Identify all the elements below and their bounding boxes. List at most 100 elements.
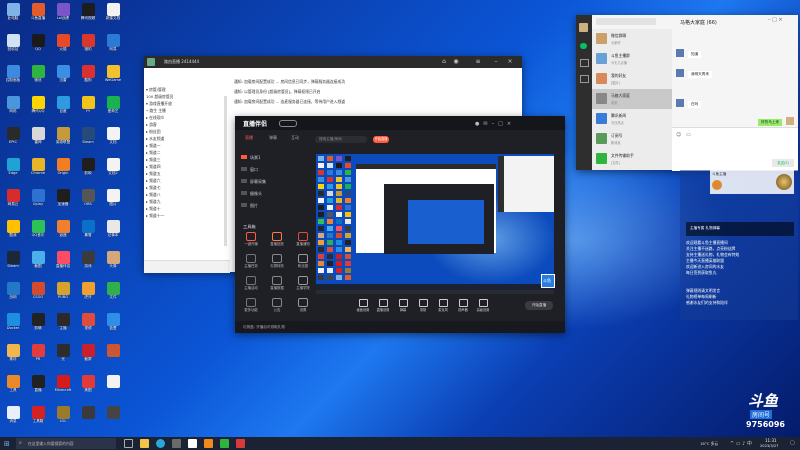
tree-item[interactable]: ▸ 频道十一 xyxy=(146,212,224,219)
tab-interact[interactable]: 互动 xyxy=(291,135,299,141)
scene-item[interactable]: 屏幕采集 xyxy=(241,176,311,188)
tree-item[interactable]: ▸ 频道六 xyxy=(146,177,224,184)
desktop-icon[interactable]: 图片 xyxy=(101,188,125,218)
bottom-action[interactable]: 直播设置 xyxy=(373,299,393,312)
tab-live[interactable]: 直播 xyxy=(245,135,253,141)
tree-item[interactable]: ▸ 游客 xyxy=(146,121,224,128)
live-helper-toolbar[interactable] xyxy=(144,260,230,273)
tool-item[interactable]: 粉丝团 xyxy=(291,254,315,268)
desktop-icon[interactable]: YY xyxy=(76,95,100,125)
folder-icon[interactable]: ▭ xyxy=(686,132,691,138)
tool-item[interactable]: 直播回放 xyxy=(265,232,289,246)
wechat-window-controls[interactable]: – □ × xyxy=(768,17,783,23)
desktop-icon[interactable]: 直播 xyxy=(26,374,50,404)
scene-item[interactable]: 窗口 xyxy=(241,164,311,176)
chat-item[interactable]: 马格大家庭 收到 xyxy=(592,89,672,109)
tree-item[interactable]: ▸ 频道五 xyxy=(146,170,224,177)
desktop-icon[interactable]: 记事本 xyxy=(101,219,125,249)
chat-item[interactable]: 斗鱼主播群 今天几点播 xyxy=(592,49,672,69)
desktop-icon[interactable]: CSGO xyxy=(26,281,50,311)
close-icon[interactable]: × xyxy=(506,58,514,66)
tool-item[interactable]: 公告 xyxy=(265,298,289,312)
desktop-icon[interactable]: 文档2 xyxy=(101,157,125,187)
tool-item[interactable]: 主播活动 xyxy=(239,276,263,290)
desktop-icon[interactable]: 主播 xyxy=(51,312,75,342)
stream-preview[interactable] xyxy=(316,154,554,290)
desktop-icon[interactable]: Edge xyxy=(1,157,25,187)
clock-date[interactable]: 2023/3/27 xyxy=(760,444,778,448)
minimize-icon[interactable]: – xyxy=(492,58,500,66)
tray-icons[interactable]: ^ ▭ ♪ 中 xyxy=(730,440,752,447)
stream-tabs[interactable]: 直播 弹幕 互动 xyxy=(243,135,323,143)
douyu-taskbar-icon[interactable] xyxy=(204,439,213,448)
desktop-icon[interactable]: QQ音乐 xyxy=(26,219,50,249)
tool-item[interactable]: 主播任务 xyxy=(239,254,263,268)
tree-item[interactable]: ▸ 频道二 xyxy=(146,149,224,156)
store-icon[interactable] xyxy=(172,439,181,448)
tool-item[interactable]: 一键开播 xyxy=(239,232,263,246)
tree-item[interactable]: ▸ 粉丝团 xyxy=(146,128,224,135)
scene-item[interactable]: 摄像头 xyxy=(241,188,311,200)
desktop-icon[interactable]: 回收站 xyxy=(1,33,25,63)
desktop-icon[interactable] xyxy=(101,374,125,404)
tree-item[interactable]: ▸ 频道十 xyxy=(146,205,224,212)
wechat-avatar[interactable] xyxy=(579,23,588,32)
desktop-icon[interactable]: 暴雪 xyxy=(76,219,100,249)
desktop-icon[interactable]: 截屏 xyxy=(76,343,100,373)
chat-item[interactable]: 文件传输助手 [文件] xyxy=(592,149,672,169)
maximize-icon[interactable]: □ xyxy=(498,121,507,127)
desktop-icon[interactable]: 此电脑 xyxy=(1,2,25,32)
desktop-icon[interactable]: Steam xyxy=(76,126,100,156)
tree-item[interactable]: ▸ 频道三 xyxy=(146,156,224,163)
chat-item[interactable]: 订阅号 新消息 xyxy=(592,129,672,149)
desktop-icon[interactable]: 雷神 xyxy=(26,126,50,156)
search-input[interactable]: 搜索主播/房间 xyxy=(315,136,367,143)
tools-grid[interactable]: 一键开播 直播回放 直播通知 主播任务 礼物特效 粉丝团 主播活动 直播数据 主播学院 更多功能 公… xyxy=(235,232,315,322)
message-input[interactable]: ☺ ▭ 发送(S) xyxy=(672,127,798,171)
wechat-window[interactable]: 微信群聊 大家好 斗鱼主播群 今天几点播 我的好友 [图片] 马格大家庭 收到 腾讯新闻 今日热点… xyxy=(576,15,798,171)
wechat-sidebar[interactable] xyxy=(576,15,592,170)
start-button[interactable]: ⊞ xyxy=(4,440,10,448)
tool-item[interactable]: 礼物特效 xyxy=(265,254,289,268)
desktop-icon[interactable]: 光 xyxy=(51,343,75,373)
desktop-icon[interactable]: 美图 xyxy=(76,374,100,404)
stream-app-taskbar-icon[interactable] xyxy=(188,439,197,448)
desktop-icon[interactable]: EPIC xyxy=(1,126,25,156)
desktop-icon[interactable]: 游戏 xyxy=(76,250,100,280)
tool-item[interactable]: 直播数据 xyxy=(265,276,289,290)
desktop-icon[interactable] xyxy=(101,405,125,435)
desktop-icon[interactable]: 英雄联盟 xyxy=(51,126,75,156)
desktop-icon[interactable]: PUBG xyxy=(51,281,75,311)
chat-list[interactable]: 微信群聊 大家好 斗鱼主播群 今天几点播 我的好友 [图片] 马格大家庭 收到 腾讯新闻 今日热点… xyxy=(592,29,672,170)
desktop-icon[interactable]: 网络 xyxy=(1,95,25,125)
tree-item[interactable]: ▸ 在线观众 xyxy=(146,114,224,121)
tree-item[interactable]: ▸ 频道四 xyxy=(146,163,224,170)
tree-item[interactable]: ▸ 水友频道 xyxy=(146,135,224,142)
favorites-icon[interactable] xyxy=(580,75,589,83)
desktop-icon[interactable] xyxy=(101,343,125,373)
wechat-search[interactable] xyxy=(596,18,656,25)
chat-icon[interactable] xyxy=(580,43,587,49)
desktop-icon[interactable]: 猎豹 xyxy=(76,33,100,63)
desktop-icon[interactable]: Steam xyxy=(1,250,25,280)
desktop-icon[interactable]: 酷我 xyxy=(1,219,25,249)
tree-item[interactable]: ▾ 游戏直播开放 xyxy=(146,100,224,107)
desktop-icon[interactable] xyxy=(76,405,100,435)
tool-item[interactable]: 设置 xyxy=(291,298,315,312)
desktop-icon[interactable]: 斗鱼直播 xyxy=(26,2,50,32)
weather-text[interactable]: 18°C 多云 xyxy=(700,441,718,447)
tool-item[interactable]: 更多功能 xyxy=(239,298,263,312)
desktop-icon[interactable]: 蓝叠 xyxy=(101,312,125,342)
scene-list[interactable]: 场景1 窗口 屏幕采集 摄像头 图片 xyxy=(241,152,311,222)
desktop-icon[interactable]: Docker xyxy=(1,312,25,342)
desktop-icon[interactable]: 战网 xyxy=(1,281,25,311)
desktop-icon[interactable]: 网易 xyxy=(101,33,125,63)
desktop-icon[interactable]: 视频 xyxy=(76,312,100,342)
chat-item[interactable]: 微信群聊 大家好 xyxy=(592,29,672,49)
desktop-icon[interactable]: 剪辑 xyxy=(26,312,50,342)
start-live-button[interactable]: 开始直播 xyxy=(373,136,389,143)
desktop-icon[interactable]: 酷狗 xyxy=(76,64,100,94)
desktop-icon[interactable]: 迅雷 xyxy=(51,64,75,94)
edge-icon[interactable] xyxy=(156,439,165,448)
home-icon[interactable]: ⌂ xyxy=(440,58,448,66)
